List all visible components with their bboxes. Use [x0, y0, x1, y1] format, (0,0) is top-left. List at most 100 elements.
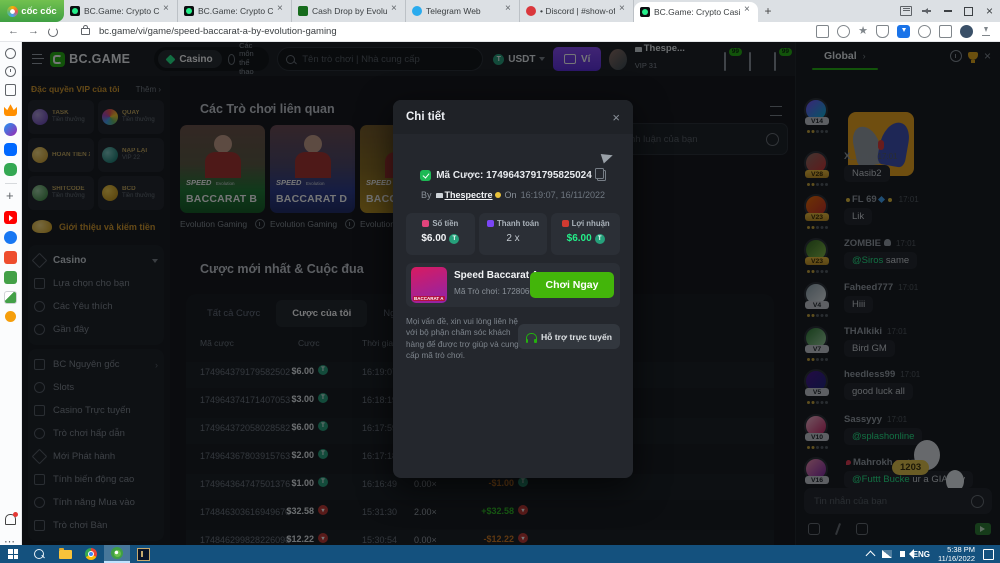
game-thumbnail[interactable]: BACCARAT A [411, 267, 447, 303]
share-arrow-icon[interactable] [601, 151, 615, 164]
browser-toolbar: ← → bc.game/vi/game/speed-baccarat-a-by-… [0, 22, 1000, 42]
windows-taskbar: ENG 5:38 PM 11/16/2022 [0, 545, 1000, 563]
download-manager-icon[interactable] [897, 25, 910, 38]
tray-expand-icon[interactable] [865, 551, 875, 561]
taskbar-search-icon[interactable] [26, 545, 52, 563]
padlock-icon [81, 28, 90, 35]
bcgame-favicon [70, 6, 80, 16]
tab-close-icon[interactable] [163, 7, 171, 15]
shopee-icon[interactable] [4, 251, 17, 264]
tab-close-icon[interactable] [505, 7, 513, 15]
tab-discord[interactable]: • Discord | #show-off-you [520, 0, 634, 22]
zalo-icon[interactable] [4, 143, 17, 156]
tab-bcgame-active[interactable]: BC.Game: Crypto Casino Gan [634, 2, 758, 22]
share-icon[interactable] [837, 25, 850, 38]
coin-app-icon[interactable] [5, 311, 16, 322]
maximize-button[interactable] [958, 0, 979, 22]
youtube-icon[interactable] [4, 211, 17, 224]
stat-amount: Số tiền $6.00T [406, 213, 475, 255]
stat-profit: Lợi nhuận $6.00T [551, 213, 620, 255]
cashdrop-favicon [298, 6, 308, 16]
tab-close-icon[interactable] [619, 7, 627, 15]
telegram-favicon [412, 6, 422, 16]
league-of-legends-icon[interactable] [130, 545, 156, 563]
add-shortcut-icon[interactable] [4, 191, 17, 204]
bcgame-app: BC.GAME Casino Các mônthể thao [22, 42, 1000, 545]
taskbar-clock[interactable]: 5:38 PM 11/16/2022 [938, 545, 975, 563]
bcgame-favicon [184, 6, 194, 16]
adblock-shield-icon[interactable] [876, 25, 889, 38]
downloads-tray-icon[interactable] [981, 26, 992, 37]
tab-cashdrop[interactable]: Cash Drop by Evolution! Wo [292, 0, 406, 22]
save-page-icon[interactable] [816, 25, 829, 38]
profile-avatar[interactable] [960, 25, 973, 38]
headset-icon [526, 333, 537, 341]
profit-icon [562, 220, 569, 227]
app-icon-green[interactable] [4, 271, 17, 284]
pin-sidebar-icon[interactable] [916, 0, 937, 22]
toolbar-actions: ★ [816, 25, 992, 38]
modal-header: Chi tiết × [393, 100, 633, 134]
minimize-button[interactable] [937, 0, 958, 22]
tab-telegram[interactable]: Telegram Web [406, 0, 520, 22]
browser-tabstrip: cốc cốc BC.Game: Crypto Casino Gan BC.Ga… [0, 0, 1000, 22]
language-indicator[interactable]: ENG [913, 550, 930, 559]
close-button[interactable] [979, 0, 1000, 22]
speaker-icon[interactable] [900, 551, 905, 557]
bettor-link[interactable]: Thespectre [436, 190, 501, 200]
play-now-button[interactable]: Chơi Ngay [530, 272, 614, 298]
support-note: Mọi vấn đề, xin vui lòng liên hệ với bộ … [406, 316, 524, 362]
bet-id-line: Mã Cược: 1749643791795825024 [393, 170, 633, 181]
system-tray: ENG 5:38 PM 11/16/2022 [867, 545, 1000, 563]
shuttlecock-icon[interactable] [4, 291, 17, 304]
bet-byline: By Thespectre On 16:19:07, 16/11/2022 [393, 190, 633, 200]
screen: cốc cốc BC.Game: Crypto Casino Gan BC.Ga… [0, 0, 1000, 563]
window-controls [895, 0, 1000, 22]
tab-close-icon[interactable] [391, 7, 399, 15]
usdt-coin-icon: T [449, 234, 459, 244]
browser-left-rail [0, 42, 22, 545]
live-support-button[interactable]: Hỗ trợ trực tuyến [518, 324, 620, 349]
bookmark-star-icon[interactable]: ★ [858, 26, 868, 37]
bcgame-favicon [640, 7, 650, 17]
file-explorer-icon[interactable] [52, 545, 78, 563]
action-center-icon[interactable] [983, 549, 994, 560]
notification-bell-icon[interactable] [5, 514, 16, 525]
tab-search-icon[interactable] [895, 0, 916, 22]
tab-close-icon[interactable] [744, 8, 752, 16]
messenger-icon[interactable] [4, 123, 17, 136]
tab-bcgame-2[interactable]: BC.Game: Crypto Casino Gan [178, 0, 292, 22]
back-button[interactable]: ← [8, 26, 19, 37]
reload-button[interactable] [48, 27, 58, 37]
bet-details-modal: Chi tiết × Mã Cược: 1749643791795825024 … [393, 100, 633, 478]
reading-list-icon[interactable] [5, 84, 16, 96]
coccoc-taskbar-icon[interactable] [104, 545, 130, 563]
media-extension-icon[interactable] [939, 25, 952, 38]
settings-gear-icon[interactable] [5, 48, 16, 59]
facebook-icon[interactable] [4, 231, 17, 244]
verified-shield-icon [420, 170, 431, 181]
start-button[interactable] [0, 545, 26, 563]
url-bar[interactable]: bc.game/vi/game/speed-baccarat-a-by-evol… [99, 26, 337, 37]
chrome-icon[interactable] [78, 545, 104, 563]
forward-button[interactable]: → [28, 26, 39, 37]
coccoc-icon [7, 6, 18, 17]
stat-payout: Thanh toán 2 x [479, 213, 548, 255]
modal-game-card: BACCARAT A Speed Baccarat A Mã Trò chơi:… [406, 263, 620, 307]
payout-icon [487, 220, 494, 227]
new-tab-button[interactable] [758, 0, 778, 22]
game-name: Speed Baccarat A [454, 270, 539, 281]
games-controller-icon[interactable] [4, 163, 17, 176]
discord-favicon [526, 6, 536, 16]
more-options-icon[interactable] [4, 532, 17, 545]
divider [5, 183, 17, 184]
extension-icon[interactable] [918, 25, 931, 38]
tab-bcgame-1[interactable]: BC.Game: Crypto Casino Gan [64, 0, 178, 22]
browser-menu-button[interactable]: cốc cốc [0, 0, 64, 22]
modal-close-icon[interactable]: × [612, 111, 620, 124]
vip-crown-icon[interactable] [4, 103, 17, 116]
tab-close-icon[interactable] [277, 7, 285, 15]
network-icon[interactable] [882, 550, 892, 558]
copy-icon[interactable] [597, 170, 606, 181]
history-icon[interactable] [5, 66, 16, 77]
